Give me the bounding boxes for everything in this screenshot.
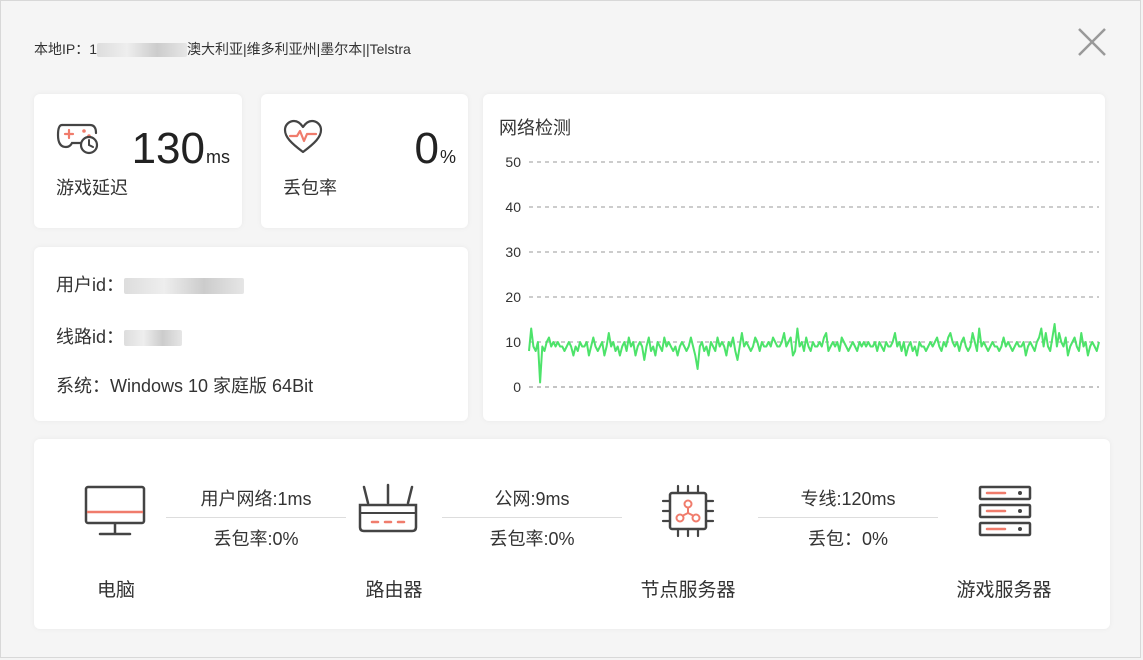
latency-value: 130ms <box>131 124 230 173</box>
y-tick-label: 0 <box>513 379 521 395</box>
latency-series-line <box>528 323 1100 384</box>
link-1-line <box>166 517 346 518</box>
latency-card: 130ms 游戏延迟 <box>34 94 242 228</box>
line-id-label: 线路id： <box>56 327 125 347</box>
packet-loss-value: 0% <box>414 124 457 173</box>
link-3-loss: 丢包：0% <box>807 529 888 549</box>
system-label: 系统： <box>56 376 110 396</box>
gamepad-clock-icon <box>56 123 99 155</box>
ip-redacted <box>97 43 188 58</box>
user-id-row: 用户id： <box>56 271 245 297</box>
link-2-latency: 公网:9ms <box>494 489 570 509</box>
router-icon <box>358 483 418 533</box>
server-icon <box>978 485 1032 537</box>
local-ip-bar: 本地IP：1 澳大利亚|维多利亚州|墨尔本||Telstra <box>34 39 411 59</box>
user-id-redacted <box>124 278 245 295</box>
packet-loss-card: 0% 丢包率 <box>261 94 468 228</box>
packet-loss-label: 丢包率 <box>283 178 337 198</box>
link-dedicated-line: 专线:120ms 丢包：0% <box>758 485 938 551</box>
ip-prefix: 1 <box>89 41 98 57</box>
network-dialog: 本地IP：1 澳大利亚|维多利亚州|墨尔本||Telstra 130ms 游戏延迟… <box>0 0 1141 658</box>
link-1-loss: 丢包率:0% <box>213 529 299 549</box>
link-public-network: 公网:9ms 丢包率:0% <box>442 485 622 551</box>
link-user-network: 用户网络:1ms 丢包率:0% <box>166 485 346 551</box>
y-tick-label: 20 <box>505 289 521 305</box>
link-1-latency: 用户网络:1ms <box>200 489 312 509</box>
node-label-router: 路由器 <box>365 580 423 601</box>
heartbeat-icon <box>283 119 323 154</box>
y-tick-label: 30 <box>505 244 521 260</box>
y-tick-label: 50 <box>505 154 521 170</box>
node-label-node-server: 节点服务器 <box>640 580 736 601</box>
node-label-computer: 电脑 <box>96 580 136 601</box>
user-info-card: 用户id： 线路id： 系统：Windows 10 家庭版 64Bit <box>34 247 468 421</box>
link-2-loss: 丢包率:0% <box>489 529 575 549</box>
network-line-chart: 0 10 20 30 40 50 <box>505 154 1100 395</box>
link-2-line <box>442 517 622 518</box>
close-icon <box>1078 28 1106 56</box>
link-3-latency: 专线:120ms <box>800 489 896 509</box>
node-label-game-server: 游戏服务器 <box>956 580 1052 601</box>
latency-label: 游戏延迟 <box>56 178 128 198</box>
line-id-redacted <box>124 330 183 347</box>
link-3-line <box>758 517 938 518</box>
user-id-label: 用户id： <box>56 275 125 295</box>
ip-label: 本地IP： <box>34 41 90 57</box>
y-tick-label: 40 <box>505 199 521 215</box>
y-tick-label: 10 <box>505 334 521 350</box>
route-card: 电脑 用户网络:1ms 丢包率:0% 路由器 公网:9ms 丢包率:0% 节点服… <box>34 439 1110 629</box>
system-value: Windows 10 家庭版 64Bit <box>110 376 314 396</box>
close-button[interactable] <box>1075 25 1109 59</box>
network-chart-card: 网络检测 0 10 20 30 40 50 <box>483 94 1105 421</box>
computer-icon <box>84 485 146 536</box>
line-id-row: 线路id： <box>56 323 183 349</box>
ip-location: 澳大利亚|维多利亚州|墨尔本||Telstra <box>187 41 411 57</box>
system-row: 系统：Windows 10 家庭版 64Bit <box>56 372 313 398</box>
chip-icon <box>661 484 715 538</box>
